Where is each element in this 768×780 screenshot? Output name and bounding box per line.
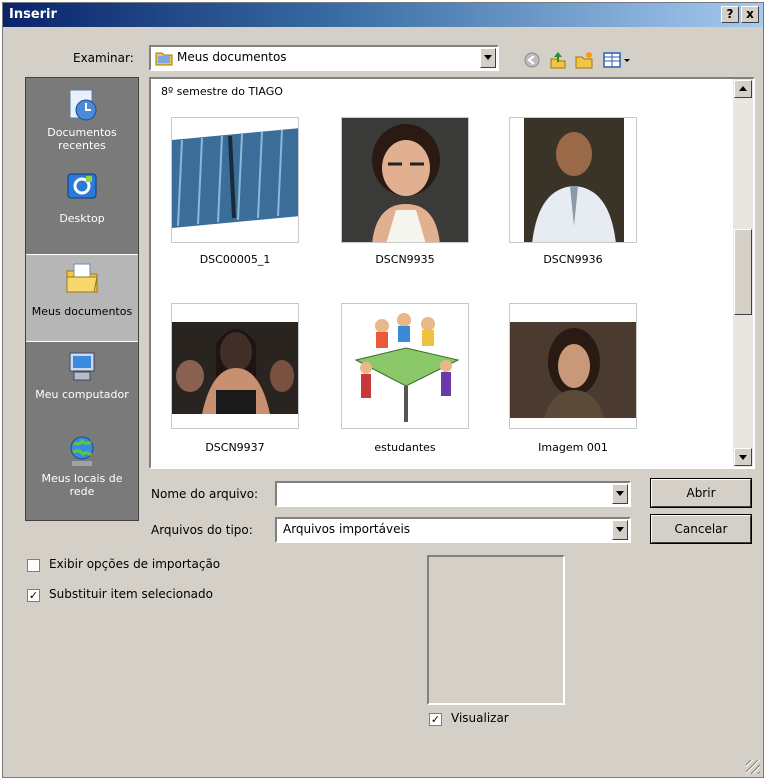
place-desktop[interactable]: Desktop: [26, 164, 138, 238]
clipart-students-table: [342, 304, 468, 428]
back-icon[interactable]: [523, 51, 541, 69]
place-recent-documents[interactable]: Documentos recentes: [26, 82, 138, 164]
place-label: Documentos recentes: [47, 126, 117, 152]
arrow-up-icon: [739, 86, 747, 91]
file-name-label: DSCN9937: [205, 441, 265, 454]
desktop-icon: [67, 173, 97, 199]
preview-checkbox[interactable]: ✓: [429, 713, 442, 726]
views-menu-icon[interactable]: [603, 51, 633, 69]
file-type-dropdown-arrow[interactable]: [612, 520, 628, 540]
file-list[interactable]: 8º semestre do TIAGO DSC00005_1 DSCN9935…: [149, 77, 755, 469]
replace-selected-checkbox[interactable]: ✓: [27, 589, 40, 602]
thumbnail-estudantes[interactable]: [341, 303, 469, 429]
thumbnail-dscn9936[interactable]: [509, 117, 637, 243]
preview-label: Visualizar: [451, 711, 509, 725]
open-button[interactable]: Abrir: [650, 478, 752, 508]
photo-girls-group: [172, 304, 298, 428]
scroll-down-button[interactable]: [734, 448, 752, 466]
photo-portrait-girl-glasses: [342, 118, 468, 242]
look-in-label: Examinar:: [73, 51, 134, 65]
place-my-documents[interactable]: Meus documentos: [26, 254, 138, 342]
photo-building: [172, 118, 298, 242]
place-label: Meu computador: [35, 388, 129, 401]
thumbnail-dscn9937[interactable]: [171, 303, 299, 429]
up-folder-icon[interactable]: [549, 51, 567, 69]
close-button[interactable]: x: [741, 6, 759, 23]
look-in-dropdown-arrow[interactable]: [480, 48, 496, 68]
look-in-value: Meus documentos: [177, 50, 287, 64]
places-bar: Documentos recentes Desktop Meus documen…: [25, 77, 139, 521]
my-documents-folder-icon: [66, 263, 98, 293]
file-name-label: Imagem 001: [538, 441, 608, 454]
file-name-label: DSC00005_1: [199, 253, 271, 266]
photo-girl-portrait: [510, 304, 636, 428]
thumbnail-dscn9935[interactable]: [341, 117, 469, 243]
arrow-down-icon: [739, 455, 747, 460]
my-computer-icon: [69, 352, 95, 381]
thumbnail-imagem-001[interactable]: [509, 303, 637, 429]
file-name-label: DSCN9935: [375, 253, 435, 266]
file-name-label-text: Nome do arquivo:: [151, 487, 259, 501]
help-button[interactable]: ?: [721, 6, 739, 23]
file-name-label: estudantes: [374, 441, 436, 454]
import-options-checkbox[interactable]: [27, 559, 40, 572]
network-places-icon: [70, 436, 94, 466]
place-label: Meus documentos: [31, 305, 133, 318]
file-type-label: Arquivos do tipo:: [151, 523, 253, 537]
thumbnail-dsc00005-1[interactable]: [171, 117, 299, 243]
cancel-button[interactable]: Cancelar: [650, 514, 752, 544]
look-in-combo[interactable]: Meus documentos: [149, 45, 499, 71]
place-my-computer[interactable]: Meu computador: [26, 344, 138, 426]
window-title: Inserir: [9, 7, 57, 22]
title-bar[interactable]: Inserir ? x: [3, 3, 763, 27]
file-type-value: Arquivos importáveis: [283, 522, 411, 536]
resize-grip[interactable]: [746, 760, 760, 774]
photo-man-shirt-tie: [510, 118, 636, 242]
place-label: Desktop: [59, 212, 105, 225]
recent-documents-icon: [69, 89, 97, 121]
file-name-input[interactable]: [275, 481, 631, 507]
scroll-thumb[interactable]: [734, 229, 752, 315]
file-type-combo[interactable]: Arquivos importáveis: [275, 517, 631, 543]
vertical-scrollbar[interactable]: [733, 79, 753, 467]
folder-label: 8º semestre do TIAGO: [161, 85, 283, 98]
place-network-places[interactable]: Meus locais de rede: [26, 428, 138, 510]
scroll-up-button[interactable]: [734, 80, 752, 98]
preview-pane: [427, 555, 565, 705]
new-folder-icon[interactable]: [575, 51, 593, 69]
place-label: Meus locais de rede: [41, 472, 123, 498]
folder-icon: [155, 52, 173, 66]
import-options-label: Exibir opções de importação: [49, 557, 221, 571]
file-name-label: DSCN9936: [543, 253, 603, 266]
insert-dialog: Inserir ? x Examinar: Meus documentos Do…: [2, 2, 764, 778]
replace-selected-label: Substituir item selecionado: [49, 587, 213, 601]
file-name-dropdown-arrow[interactable]: [612, 484, 628, 504]
